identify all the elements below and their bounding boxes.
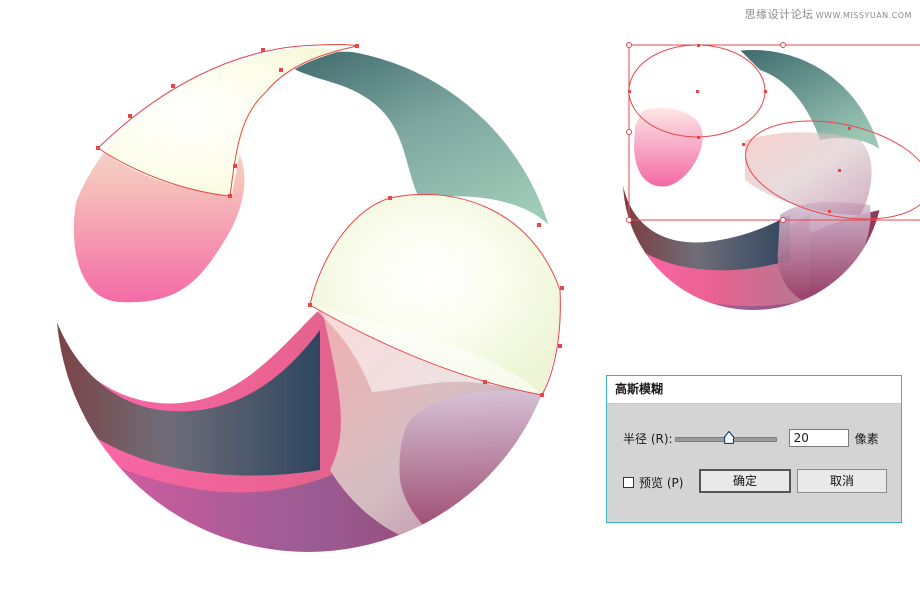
preview-label[interactable]: 预览 (P) <box>639 474 683 491</box>
radius-unit-label: 像素 <box>854 431 879 446</box>
radius-slider[interactable] <box>674 429 777 447</box>
gaussian-blur-dialog: 高斯模糊 半径 (R): 20 像素 预览 (P) 确定 取消 <box>606 375 902 523</box>
radius-row: 半径 (R): 20 像素 <box>623 428 879 448</box>
cancel-button[interactable]: 取消 <box>797 469 887 493</box>
dialog-title: 高斯模糊 <box>607 376 901 404</box>
triangle-pointer-icon[interactable] <box>723 431 734 444</box>
preview-artwork <box>623 50 883 310</box>
radius-label: 半径 (R): <box>623 431 673 446</box>
preview-checkbox[interactable] <box>623 477 634 488</box>
preview-checkbox-row[interactable]: 预览 (P) <box>623 474 683 491</box>
radius-input[interactable]: 20 <box>788 429 849 447</box>
ok-button[interactable]: 确定 <box>699 469 791 493</box>
logo-artwork <box>56 48 560 552</box>
